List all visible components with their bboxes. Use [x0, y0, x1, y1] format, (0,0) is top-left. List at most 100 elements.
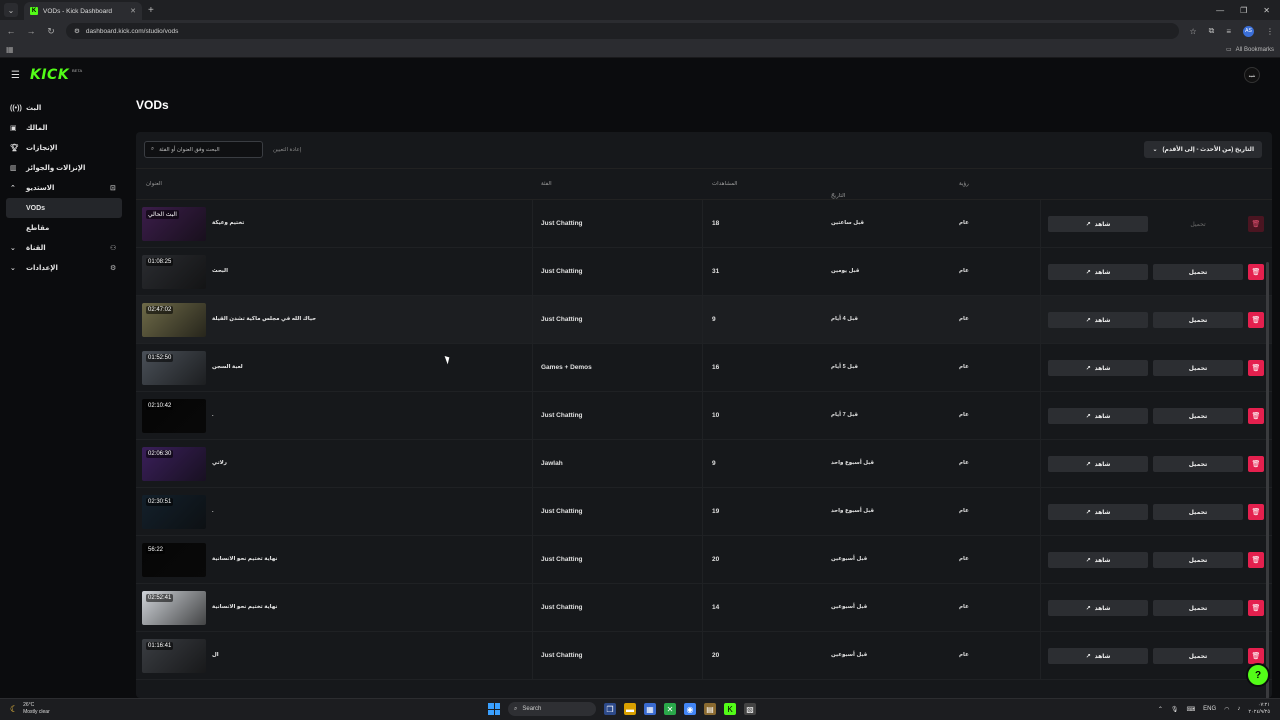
- bookmark-star-icon[interactable]: ☆: [1189, 27, 1196, 36]
- task-view-icon[interactable]: ❐: [604, 703, 616, 715]
- close-icon[interactable]: ✕: [130, 7, 136, 15]
- user-avatar[interactable]: شبه: [1244, 67, 1260, 83]
- header-visibility[interactable]: رؤية: [959, 181, 969, 187]
- delete-button[interactable]: 🗑︎: [1248, 312, 1264, 328]
- download-button[interactable]: تحميل: [1153, 456, 1243, 472]
- delete-button[interactable]: 🗑︎: [1248, 552, 1264, 568]
- minimize-icon[interactable]: —: [1216, 6, 1224, 15]
- browser-tab[interactable]: K VODs - Kick Dashboard ✕: [24, 2, 142, 20]
- language-indicator[interactable]: ENG: [1203, 706, 1216, 712]
- window-close-icon[interactable]: ✕: [1263, 6, 1270, 15]
- profile-avatar[interactable]: AS: [1243, 25, 1254, 37]
- tray-overflow-icon[interactable]: ⌃: [1158, 706, 1163, 713]
- sidebar-item-achievements[interactable]: 🏆︎ الإنجازات: [0, 138, 128, 158]
- menu-icon[interactable]: ⋮: [1266, 27, 1274, 36]
- download-button[interactable]: تحميل: [1153, 648, 1243, 664]
- vod-thumbnail[interactable]: البث الحالي: [142, 207, 206, 241]
- download-button[interactable]: تحميل: [1153, 360, 1243, 376]
- vod-title[interactable]: نهاية تختيم نحو الانسانية: [212, 556, 277, 562]
- windows-start-icon[interactable]: [488, 703, 500, 715]
- sidebar-item-clips[interactable]: مقاطع: [0, 218, 128, 238]
- table-row[interactable]: البث الحالي تختيم وعيكة Just Chatting 18 قبل…: [136, 200, 1272, 248]
- vod-title[interactable]: .: [212, 508, 214, 514]
- scrollbar[interactable]: [1266, 262, 1269, 698]
- table-row[interactable]: 02:30:51. Just Chatting 19 قبل أسبوع واحد عا…: [136, 488, 1272, 536]
- site-info-icon[interactable]: ⚙: [74, 27, 80, 35]
- vod-thumbnail[interactable]: 01:16:41: [142, 639, 206, 673]
- maximize-icon[interactable]: ❐: [1240, 6, 1247, 15]
- search-input[interactable]: ⌕ البحث وفق العنوان أو الفئة: [144, 141, 263, 158]
- sidebar-item-channel[interactable]: ⌄ القناة ⚇: [0, 238, 128, 258]
- store-icon[interactable]: ▦: [644, 703, 656, 715]
- watch-button[interactable]: ↗ شاهد: [1048, 600, 1148, 616]
- vod-title[interactable]: لعبة السجن: [212, 364, 243, 370]
- chrome-icon[interactable]: ◉: [684, 703, 696, 715]
- download-button[interactable]: تحميل: [1153, 504, 1243, 520]
- watch-button[interactable]: ↗ شاهد: [1048, 504, 1148, 520]
- watch-button[interactable]: ↗ شاهد: [1048, 312, 1148, 328]
- vod-thumbnail[interactable]: 02:47:02: [142, 303, 206, 337]
- delete-button[interactable]: 🗑︎: [1248, 360, 1264, 376]
- new-tab-icon[interactable]: +: [148, 5, 154, 16]
- table-row[interactable]: 01:52:50 لعبة السجن Games + Demos 16 قبل 5 أ…: [136, 344, 1272, 392]
- vod-thumbnail[interactable]: 02:10:42: [142, 399, 206, 433]
- delete-button[interactable]: 🗑︎: [1248, 408, 1264, 424]
- delete-button[interactable]: 🗑︎: [1248, 600, 1264, 616]
- kick-app-icon[interactable]: K: [724, 703, 736, 715]
- xbox-icon[interactable]: ✕: [664, 703, 676, 715]
- back-icon[interactable]: ←: [6, 26, 16, 36]
- sidebar-item-dashboard[interactable]: ▣ المالك: [0, 118, 128, 138]
- delete-button[interactable]: 🗑︎: [1248, 648, 1264, 664]
- header-views[interactable]: المشاهدات: [712, 181, 737, 187]
- download-button[interactable]: تحميل: [1153, 216, 1243, 232]
- watch-button[interactable]: ↗ شاهد: [1048, 648, 1148, 664]
- vod-thumbnail[interactable]: 56:22: [142, 543, 206, 577]
- help-chat-button[interactable]: ?: [1246, 663, 1270, 687]
- volume-icon[interactable]: ♪: [1237, 706, 1240, 712]
- download-button[interactable]: تحميل: [1153, 600, 1243, 616]
- wifi-icon[interactable]: ◠: [1224, 706, 1229, 713]
- table-row[interactable]: 02:06:30 رلاتي Jawlah 9 قبل أسبوع واحد عام ↗ شا…: [136, 440, 1272, 488]
- apps-icon[interactable]: ▦: [6, 45, 14, 54]
- address-bar[interactable]: ⚙ dashboard.kick.com/studio/vods: [66, 23, 1180, 39]
- watch-button[interactable]: ↗ شاهد: [1048, 408, 1148, 424]
- table-row[interactable]: 02:52:41 نهاية تختيم نحو الانسانية Just Ch…: [136, 584, 1272, 632]
- app-icon[interactable]: ▤: [704, 703, 716, 715]
- download-button[interactable]: تحميل: [1153, 264, 1243, 280]
- sidebar-item-settings[interactable]: ⌄ الإعدادات ⚙: [0, 258, 128, 278]
- sidebar-item-studio[interactable]: ⌃ الاستديو ⊡: [0, 178, 128, 198]
- forward-icon[interactable]: →: [26, 26, 36, 36]
- vod-title[interactable]: البحث: [212, 268, 228, 274]
- delete-button[interactable]: 🗑︎: [1248, 216, 1264, 232]
- table-row[interactable]: 02:47:02 حياك الله في مجلس ماكية تشدن الق…: [136, 296, 1272, 344]
- watch-button[interactable]: ↗ شاهد: [1048, 264, 1148, 280]
- delete-button[interactable]: 🗑︎: [1248, 504, 1264, 520]
- vod-title[interactable]: رلاتي: [212, 460, 227, 466]
- weather-widget[interactable]: ☾ 26°C Mostly clear: [10, 702, 50, 716]
- delete-button[interactable]: 🗑︎: [1248, 264, 1264, 280]
- watch-button[interactable]: ↗ شاهد: [1048, 360, 1148, 376]
- header-title[interactable]: العنوان: [146, 181, 162, 187]
- vod-title[interactable]: نهاية تختيم نحو الانسانية: [212, 604, 277, 610]
- vod-title[interactable]: ال: [212, 652, 219, 658]
- vod-thumbnail[interactable]: 02:06:30: [142, 447, 206, 481]
- vod-title[interactable]: حياك الله في مجلس ماكية تشدن القيلة: [212, 316, 316, 322]
- delete-button[interactable]: 🗑︎: [1248, 456, 1264, 472]
- sidebar-item-drops[interactable]: ▥ الإنزالات والجوائز: [0, 158, 128, 178]
- vod-thumbnail[interactable]: 02:52:41: [142, 591, 206, 625]
- clock[interactable]: ٠٧:٢١ ٢٠٢٤/٩/٢٥: [1248, 702, 1270, 716]
- table-row[interactable]: 02:10:42. Just Chatting 10 قبل 7 أيام عام ↗ شا…: [136, 392, 1272, 440]
- sidebar-item-stream[interactable]: ((•)) البث: [0, 98, 128, 118]
- kick-logo[interactable]: KICK: [30, 67, 69, 83]
- download-button[interactable]: تحميل: [1153, 312, 1243, 328]
- tab-search-icon[interactable]: ⌄: [4, 3, 18, 17]
- extensions-icon[interactable]: ⧉: [1209, 26, 1215, 36]
- vod-thumbnail[interactable]: 01:52:50: [142, 351, 206, 385]
- header-category[interactable]: الفئة: [541, 181, 552, 187]
- reset-button[interactable]: إعادة التعيين: [273, 147, 301, 153]
- vod-title[interactable]: تختيم وعيكة: [212, 220, 244, 226]
- sidebar-item-vods[interactable]: VODs: [6, 198, 122, 218]
- sort-dropdown[interactable]: ⌄ التاريخ (من الأحدث - إلى الأقدم): [1144, 141, 1262, 158]
- table-row[interactable]: 01:08:25 البحث Just Chatting 31 قبل يومين عام…: [136, 248, 1272, 296]
- media-icon[interactable]: ≡: [1226, 27, 1231, 36]
